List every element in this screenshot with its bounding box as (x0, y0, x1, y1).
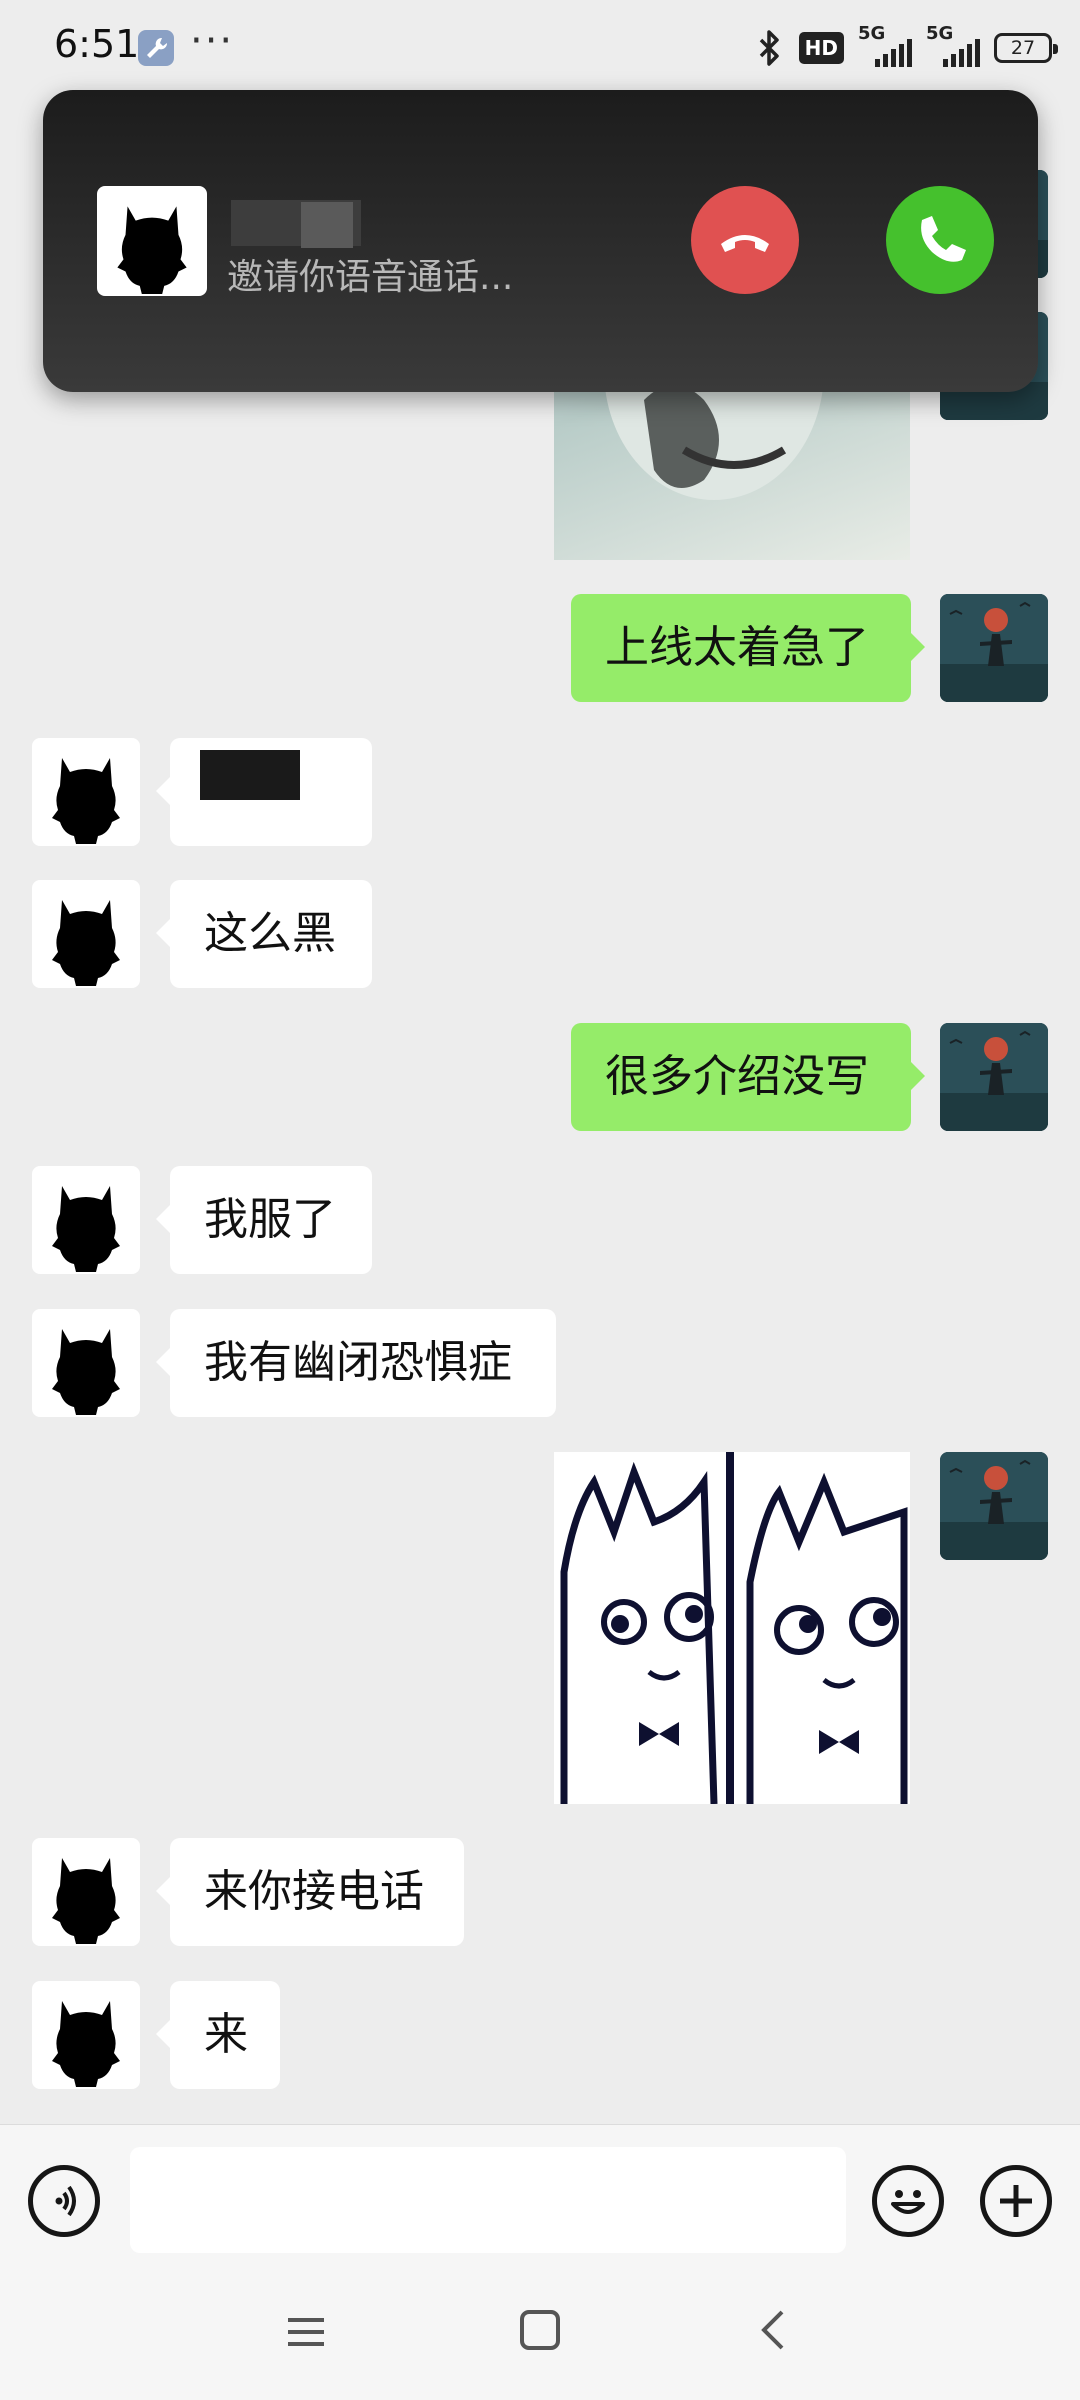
hang-up-icon (721, 235, 769, 252)
system-nav-bar (0, 2264, 1080, 2400)
message-bubble[interactable]: 来 (156, 1981, 280, 2089)
message-bubble[interactable] (156, 738, 372, 846)
phone-icon (921, 216, 966, 262)
message-bubble[interactable]: 很多介绍没写 (571, 1023, 925, 1131)
avatar[interactable] (940, 1452, 1048, 1560)
caller-avatar (97, 186, 207, 296)
bluetooth-icon (759, 30, 779, 66)
two-cats-sticker[interactable] (554, 1452, 910, 1805)
incoming-call-banner[interactable]: 邀请你语音通话... (43, 90, 1038, 392)
redacted-block (200, 750, 300, 800)
back-icon[interactable] (752, 2308, 796, 2352)
status-time: 6:51 (54, 22, 140, 66)
home-icon[interactable] (518, 2308, 562, 2352)
avatar[interactable] (940, 594, 1048, 702)
avatar[interactable] (32, 880, 140, 988)
message-bubble[interactable]: 我有幽闭恐惧症 (156, 1309, 556, 1417)
avatar[interactable] (32, 1309, 140, 1417)
message-input[interactable] (130, 2147, 846, 2253)
more-status-icon: ··· (190, 18, 235, 64)
avatar[interactable] (940, 1023, 1048, 1131)
wrench-icon (138, 30, 174, 66)
menu-icon[interactable] (284, 2310, 328, 2354)
signal-icon: 5G (926, 23, 980, 69)
decline-call-button[interactable] (691, 186, 799, 294)
signal-icon: 5G (858, 23, 912, 69)
avatar[interactable] (32, 1166, 140, 1274)
accept-call-button[interactable] (886, 186, 994, 294)
chat-input-bar (0, 2124, 1080, 2265)
message-bubble[interactable]: 这么黑 (156, 880, 372, 988)
caller-name-redacted (301, 202, 353, 248)
avatar[interactable] (32, 1838, 140, 1946)
battery-icon: 27 (994, 33, 1058, 63)
status-bar: 6:51 ··· HD 5G 5G 27 (0, 0, 1080, 96)
emoji-icon[interactable] (872, 2165, 944, 2237)
avatar[interactable] (32, 738, 140, 846)
hd-voice-badge: HD (798, 32, 844, 64)
message-bubble[interactable]: 来你接电话 (156, 1838, 464, 1946)
plus-icon[interactable] (980, 2165, 1052, 2237)
voice-icon[interactable] (28, 2165, 100, 2237)
message-bubble[interactable]: 我服了 (156, 1166, 372, 1274)
message-bubble[interactable]: 上线太着急了 (571, 594, 925, 702)
status-indicators: HD 5G 5G 27 (753, 23, 1058, 72)
avatar[interactable] (32, 1981, 140, 2089)
call-status-text: 邀请你语音通话... (227, 257, 514, 298)
